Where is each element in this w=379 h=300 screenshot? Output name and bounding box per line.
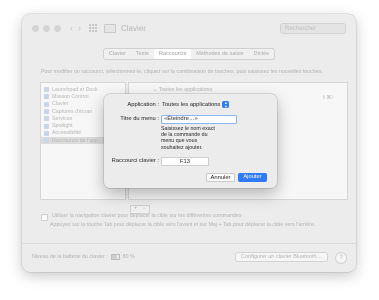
add-button[interactable]: Ajouter	[238, 173, 267, 182]
keyboard-nav-label: Utiliser la navigation clavier pour dépl…	[52, 213, 242, 219]
battery-value: 80 %	[122, 254, 135, 260]
battery-status: Niveau de la batterie du clavier : 80 %	[32, 254, 135, 260]
help-button[interactable]: ?	[335, 252, 347, 264]
window-title: Clavier	[121, 23, 146, 33]
popup-chevrons-icon: ▴ ▾	[222, 100, 230, 108]
footer-bar: Niveau de la batterie du clavier : 80 % …	[22, 243, 356, 272]
menu-title-label: Titre du menu :	[120, 116, 159, 122]
shortcut-label: Raccourci clavier :	[111, 158, 159, 164]
shortcuts-group-header[interactable]: ⌄ Toutes les applications	[153, 87, 212, 93]
window-controls	[32, 24, 61, 32]
spotlight-icon	[44, 123, 49, 129]
battery-icon	[110, 254, 120, 260]
search-field[interactable]: Rechercher	[280, 23, 346, 34]
tab-clavier[interactable]: Clavier	[104, 49, 131, 59]
tab-bar: Clavier Texte Raccourcis Méthodes de sai…	[22, 48, 356, 60]
menu-title-hint: Saisissez le nom exact de la commande du…	[161, 126, 215, 151]
close-window-button[interactable]	[32, 24, 39, 32]
accessibility-icon	[44, 130, 49, 136]
tab-hint: Appuyez sur la touche Tab pour déplacer …	[50, 222, 316, 228]
intro-text: Pour modifier un raccourci, sélectionnez…	[41, 69, 323, 75]
keyboard-icon	[104, 23, 116, 33]
minimize-window-button[interactable]	[43, 24, 50, 32]
tab-methodes-de-saisie[interactable]: Méthodes de saisie	[191, 49, 248, 59]
battery-label: Niveau de la batterie du clavier :	[32, 254, 108, 260]
keyboard-nav-option[interactable]: Utiliser la navigation clavier pour dépl…	[41, 213, 341, 221]
mission-control-icon	[44, 94, 49, 100]
cancel-button[interactable]: Annuler	[206, 173, 235, 182]
category-item-launchpad[interactable]: Launchpad et Dock	[41, 86, 125, 93]
configure-bluetooth-button[interactable]: Configurer un clavier Bluetooth…	[234, 252, 328, 262]
keyboard-category-icon	[44, 101, 49, 107]
search-placeholder: Rechercher	[285, 25, 317, 32]
add-shortcut-button[interactable]: +	[131, 206, 140, 213]
zoom-window-button[interactable]	[54, 24, 61, 32]
forward-icon[interactable]: ›	[78, 23, 81, 33]
tab-texte[interactable]: Texte	[131, 49, 154, 59]
launchpad-icon	[44, 87, 49, 93]
title-bar: ‹ › Clavier Rechercher	[22, 14, 356, 42]
tab-dictee[interactable]: Dictée	[249, 49, 275, 59]
remove-shortcut-button[interactable]: −	[140, 206, 149, 213]
add-shortcut-dialog: Application : Toutes les applications ▴ ▾…	[104, 94, 277, 188]
application-label: Application :	[127, 102, 159, 108]
app-shortcuts-icon	[44, 138, 49, 144]
application-popup[interactable]: Toutes les applications ▴ ▾	[162, 100, 230, 108]
tab-raccourcis[interactable]: Raccourcis	[154, 49, 192, 59]
shortcut-input[interactable]: F13	[161, 157, 209, 166]
menu-title-input[interactable]: «Éteindre…»	[161, 115, 237, 124]
application-value: Toutes les applications	[162, 101, 221, 108]
show-all-grid-icon[interactable]	[89, 24, 97, 32]
shortcut-key[interactable]: ⇧⌘/	[322, 95, 333, 101]
keyboard-nav-checkbox[interactable]	[41, 214, 48, 221]
back-icon[interactable]: ‹	[70, 23, 73, 33]
screenshot-icon	[44, 109, 49, 115]
services-icon	[44, 116, 49, 122]
